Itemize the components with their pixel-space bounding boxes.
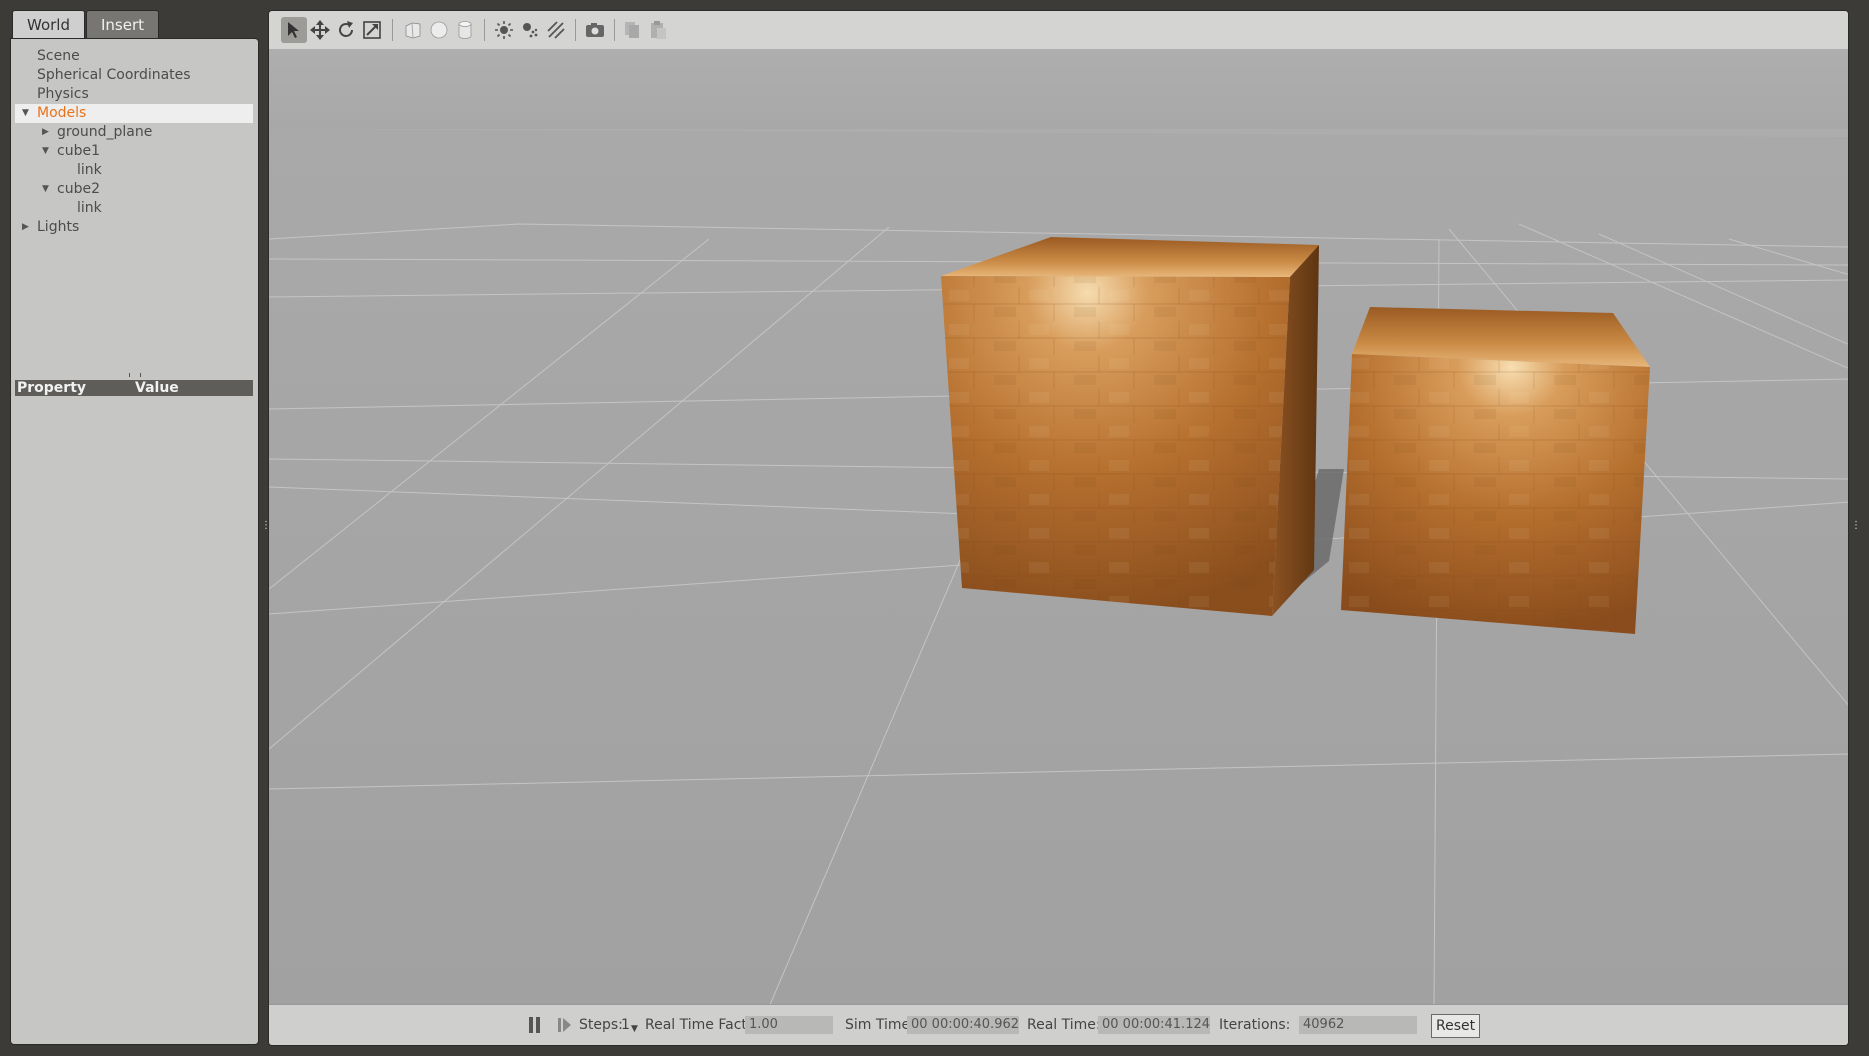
- tree-item-label: ground_plane: [57, 124, 153, 140]
- tree-item-physics[interactable]: Physics: [15, 85, 253, 104]
- real-time-field: 00 00:00:41.124: [1098, 1016, 1210, 1034]
- world-panel: Scene Spherical Coordinates Physics ▼ Mo…: [10, 38, 259, 1045]
- tree-item-label: cube1: [57, 143, 100, 159]
- left-panel-tabs: World Insert: [12, 10, 160, 39]
- expand-down-icon[interactable]: ▼: [42, 142, 49, 161]
- expand-down-icon[interactable]: ▼: [42, 180, 49, 199]
- toolbar: [269, 11, 1848, 50]
- expand-down-icon[interactable]: ▼: [22, 104, 29, 123]
- steps-value[interactable]: 1: [621, 1017, 630, 1033]
- tree-item-label: Scene: [37, 48, 80, 64]
- point-light-icon[interactable]: [491, 17, 517, 43]
- left-splitter-handle[interactable]: ⋮: [261, 521, 271, 536]
- rotate-mode-icon[interactable]: [333, 17, 359, 43]
- tree-item-lights[interactable]: ▶ Lights: [15, 218, 253, 237]
- value-column-header[interactable]: Value: [135, 380, 179, 396]
- real-time-label: Real Time:: [1027, 1017, 1101, 1033]
- tree-item-spherical-coordinates[interactable]: Spherical Coordinates: [15, 66, 253, 85]
- sim-time-label: Sim Time:: [845, 1017, 915, 1033]
- iterations-field: 40962: [1299, 1016, 1417, 1034]
- screenshot-icon[interactable]: [582, 17, 608, 43]
- expand-right-icon[interactable]: ▶: [22, 218, 29, 237]
- world-tree: Scene Spherical Coordinates Physics ▼ Mo…: [15, 47, 253, 237]
- tree-item-models[interactable]: ▼ Models: [15, 104, 253, 123]
- steps-label: Steps:: [579, 1017, 623, 1033]
- copy-icon[interactable]: [619, 17, 645, 43]
- reset-button[interactable]: Reset: [1431, 1014, 1481, 1038]
- expand-right-icon[interactable]: ▶: [42, 123, 49, 142]
- tree-item-ground-plane[interactable]: ▶ ground_plane: [15, 123, 253, 142]
- sphere-shape-icon[interactable]: [426, 17, 452, 43]
- sim-time-field: 00 00:00:40.962: [907, 1016, 1019, 1034]
- tree-item-label: Models: [37, 105, 87, 121]
- cube2-model[interactable]: [1341, 307, 1650, 634]
- right-splitter-handle[interactable]: ⋮: [1851, 521, 1861, 536]
- render-window: Steps: 1 ▼ Real Time Factor: 1.00 Sim Ti…: [268, 10, 1849, 1046]
- panel-splitter-handle[interactable]: [129, 373, 141, 377]
- property-column-header[interactable]: Property: [17, 380, 86, 396]
- tree-item-label: link: [77, 162, 102, 178]
- cylinder-shape-icon[interactable]: [452, 17, 478, 43]
- translate-mode-icon[interactable]: [307, 17, 333, 43]
- scale-mode-icon[interactable]: [359, 17, 385, 43]
- simulation-status-bar: Steps: 1 ▼ Real Time Factor: 1.00 Sim Ti…: [269, 1004, 1848, 1045]
- real-time-factor-field: 1.00: [745, 1016, 833, 1034]
- box-shape-icon[interactable]: [400, 17, 426, 43]
- tree-item-label: Lights: [37, 219, 80, 235]
- directional-light-icon[interactable]: [543, 17, 569, 43]
- step-icon[interactable]: [557, 1017, 573, 1033]
- tree-item-cube1[interactable]: ▼ cube1: [15, 142, 253, 161]
- tree-item-label: link: [77, 200, 102, 216]
- select-mode-icon[interactable]: [281, 17, 307, 43]
- tree-item-cube1-link[interactable]: link: [15, 161, 253, 180]
- cube1-model[interactable]: [941, 237, 1319, 616]
- property-table-header: Property Value: [15, 380, 253, 396]
- pause-icon[interactable]: [527, 1017, 543, 1033]
- spot-light-icon[interactable]: [517, 17, 543, 43]
- tree-item-scene[interactable]: Scene: [15, 47, 253, 66]
- iterations-label: Iterations:: [1219, 1017, 1291, 1033]
- tab-world[interactable]: World: [12, 10, 85, 39]
- 3d-viewport[interactable]: [269, 49, 1849, 1007]
- tree-item-label: Spherical Coordinates: [37, 67, 191, 83]
- tree-item-label: cube2: [57, 181, 100, 197]
- tab-insert[interactable]: Insert: [86, 10, 160, 39]
- tree-item-cube2[interactable]: ▼ cube2: [15, 180, 253, 199]
- paste-icon[interactable]: [645, 17, 671, 43]
- tree-item-cube2-link[interactable]: link: [15, 199, 253, 218]
- sky-background: [269, 49, 1848, 129]
- tree-item-label: Physics: [37, 86, 89, 102]
- steps-dropdown-icon[interactable]: ▼: [631, 1021, 638, 1037]
